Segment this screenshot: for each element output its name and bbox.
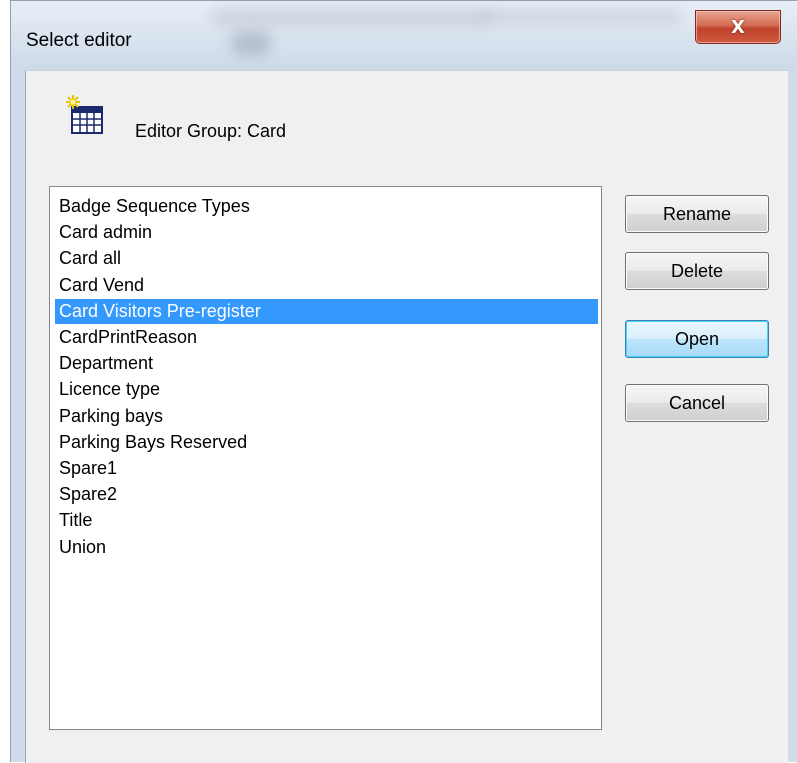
list-item[interactable]: Badge Sequence Types xyxy=(55,194,598,219)
editor-group-label: Editor Group: Card xyxy=(135,121,287,141)
open-button[interactable]: Open xyxy=(625,320,769,358)
background-blur xyxy=(231,31,271,55)
list-item[interactable]: Licence type xyxy=(55,377,598,402)
background-blur xyxy=(481,7,681,25)
list-item[interactable]: Parking Bays Reserved xyxy=(55,430,598,455)
list-item[interactable]: Card admin xyxy=(55,220,598,245)
delete-button[interactable]: Delete xyxy=(625,252,769,290)
background-blur xyxy=(211,7,491,27)
list-item[interactable]: Spare1 xyxy=(55,456,598,481)
close-button[interactable]: X xyxy=(695,10,781,44)
list-item[interactable]: Card Vend xyxy=(55,273,598,298)
list-item[interactable]: Union xyxy=(55,535,598,560)
close-icon: X xyxy=(731,16,745,38)
list-item[interactable]: Parking bays xyxy=(55,404,598,429)
list-item[interactable]: Department xyxy=(55,351,598,376)
new-editor-icon xyxy=(64,93,112,141)
rename-button[interactable]: Rename xyxy=(625,195,769,233)
cancel-button[interactable]: Cancel xyxy=(625,384,769,422)
list-item[interactable]: Spare2 xyxy=(55,482,598,507)
list-item[interactable]: CardPrintReason xyxy=(55,325,598,350)
list-item[interactable]: Card all xyxy=(55,246,598,271)
list-item[interactable]: Title xyxy=(55,508,598,533)
window-title: Select editor xyxy=(26,30,132,51)
list-item[interactable]: Card Visitors Pre-register xyxy=(55,298,598,324)
editor-listbox[interactable]: Badge Sequence Types Card admin Card all Ca… xyxy=(49,186,602,730)
